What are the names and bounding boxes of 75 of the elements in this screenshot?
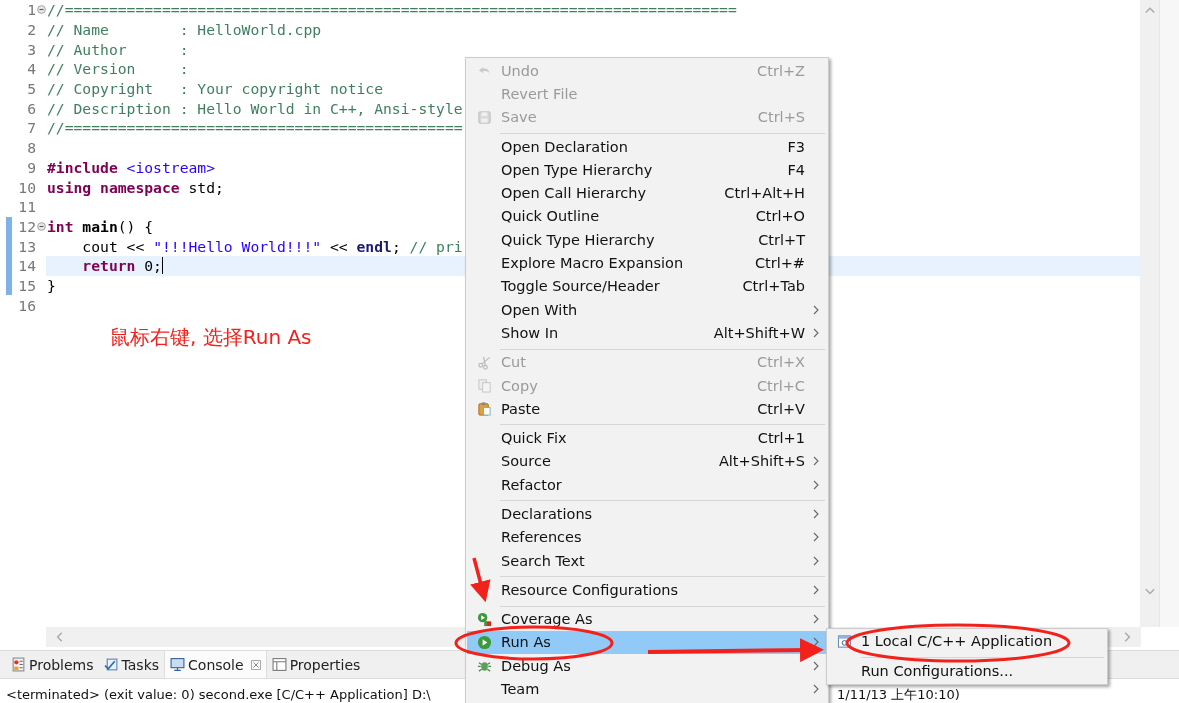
annotation-arrow xyxy=(470,557,491,603)
menu-item[interactable]: Paste Ctrl+V xyxy=(467,397,827,421)
coverage-icon xyxy=(476,611,492,627)
code-line: using namespace std; xyxy=(47,178,224,196)
code-line: #include <iostream> xyxy=(47,158,216,176)
run-icon xyxy=(476,634,492,650)
menu-item[interactable]: Debug As xyxy=(467,654,827,678)
line-number: 10 xyxy=(17,178,36,196)
line-number: 11 xyxy=(17,198,36,216)
menu-item[interactable]: References xyxy=(467,525,827,549)
code-line: // Author : xyxy=(47,40,189,58)
menu-item[interactable]: Show In Alt+Shift+W xyxy=(467,321,827,345)
code-line: // Name : HelloWorld.cpp xyxy=(47,21,322,39)
code-line: // Copyright : Your copyright notice xyxy=(47,80,384,98)
menu-item[interactable]: Declarations xyxy=(467,502,827,526)
line-number: 13 xyxy=(17,237,36,255)
code-line: // Version : xyxy=(47,60,189,78)
line-number: 8 xyxy=(26,139,36,157)
collapse-icon[interactable] xyxy=(37,5,46,15)
view-tab[interactable]: Properties xyxy=(266,651,366,678)
menu-item[interactable]: Team xyxy=(467,677,827,701)
view-tab[interactable]: Problems xyxy=(6,651,99,678)
line-number: 7 xyxy=(26,119,36,137)
menu-item[interactable]: Refactor xyxy=(467,473,827,497)
view-tab[interactable]: Console xyxy=(164,651,267,678)
code-line: cout << "!!!Hello World!!!" << endl; // pri xyxy=(81,237,463,255)
line-number: 2 xyxy=(26,21,36,39)
line-number: 4 xyxy=(26,60,36,78)
menu-item[interactable]: Search Text xyxy=(467,548,827,573)
copy-icon xyxy=(476,378,492,393)
line-number: 16 xyxy=(17,296,36,314)
menu-item[interactable]: 1 Local C/C++ Application xyxy=(827,630,1107,653)
line-number: 9 xyxy=(26,158,36,176)
menu-item[interactable]: Toggle Source/Header Ctrl+Tab xyxy=(467,274,827,298)
console-status: 1/11/13 上午10:10) xyxy=(837,687,960,702)
menu-item[interactable]: Resource Configurations xyxy=(467,578,827,602)
line-number: 5 xyxy=(26,80,36,98)
view-tab[interactable]: Tasks xyxy=(98,651,165,678)
text-cursor xyxy=(161,257,164,275)
vertical-scrollbar[interactable] xyxy=(1140,0,1159,627)
line-number: 6 xyxy=(26,99,36,117)
monitor-icon xyxy=(170,657,186,672)
table-icon xyxy=(271,657,287,672)
application-icon xyxy=(836,633,852,649)
code-line: } xyxy=(47,276,56,294)
menu-item[interactable]: Run Configurations... xyxy=(827,659,1107,682)
menu-item[interactable]: Quick Fix Ctrl+1 xyxy=(467,426,827,450)
line-number: 14 xyxy=(17,257,36,275)
line-number: 15 xyxy=(17,276,36,294)
code-line: // Description : Hello World in C++, Ansi-style xyxy=(47,99,463,117)
menu-item[interactable]: Open Type Hierarchy F4 xyxy=(467,158,827,182)
console-status: <terminated> (exit value: 0) second.exe [C/C++ Application] D:\ xyxy=(5,687,432,702)
line-number: 1 xyxy=(26,1,36,19)
menu-item[interactable]: Quick Outline Ctrl+O xyxy=(467,204,827,229)
problems-icon xyxy=(11,657,26,672)
annotation-text: 鼠标右键, 选择Run As xyxy=(110,324,312,351)
line-number: 3 xyxy=(26,40,36,58)
menu-item[interactable]: Open Declaration F3 xyxy=(467,134,827,159)
code-line: //============================================= xyxy=(47,119,463,137)
menu-item[interactable]: Open With xyxy=(467,297,827,322)
code-line: //============================================================================ xyxy=(47,1,737,19)
menu-item[interactable]: Open Call Hierarchy Ctrl+Alt+H xyxy=(467,181,827,205)
menu-item[interactable]: Source Alt+Shift+S xyxy=(467,449,827,474)
scissors-icon xyxy=(476,354,492,370)
close-icon[interactable] xyxy=(250,659,261,670)
line-number: 12 xyxy=(17,217,36,235)
code-line: int main() { xyxy=(47,217,154,235)
collapse-icon[interactable] xyxy=(37,221,46,231)
menu-item[interactable]: Explore Macro Expansion Ctrl+# xyxy=(467,251,827,275)
menu-item[interactable]: Coverage As xyxy=(467,607,827,631)
checklist-icon xyxy=(103,657,119,672)
clipboard-icon xyxy=(476,401,492,417)
code-line: return 0; xyxy=(81,257,162,275)
save-icon xyxy=(476,109,492,125)
menu-item[interactable]: Quick Type Hierarchy Ctrl+T xyxy=(467,228,827,252)
